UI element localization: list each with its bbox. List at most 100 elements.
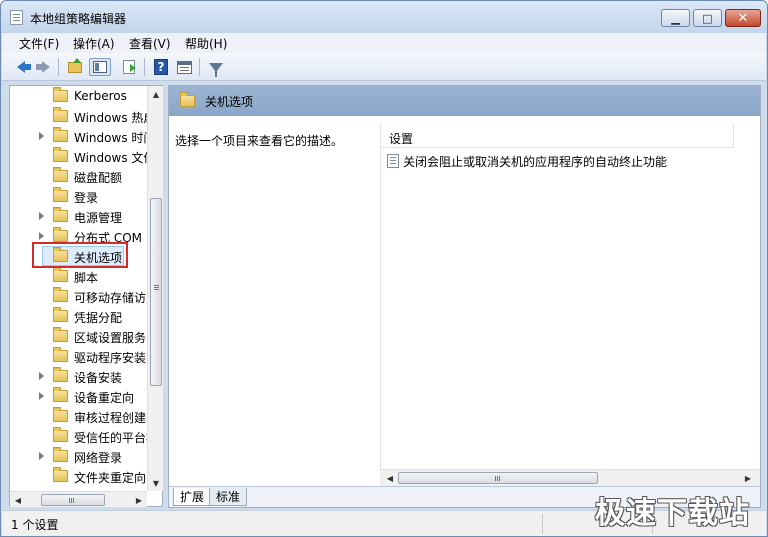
tree-vertical-scrollbar[interactable]: ▲ ▼ [147, 86, 163, 491]
expand-arrow-icon[interactable] [39, 452, 44, 460]
forward-button[interactable] [34, 58, 52, 76]
tree-item[interactable]: Windows 文件保护 [10, 146, 148, 166]
scroll-thumb[interactable] [41, 494, 105, 506]
console-tree: Kerberos Windows 热启动 Windows 时间服务 Windows 文… [9, 85, 163, 507]
folder-icon [53, 267, 68, 282]
list-item[interactable]: 关闭会阻止或取消关机的应用程序的自动终止功能 [385, 152, 725, 170]
title-bar[interactable]: 本地组策略编辑器 ▁ □ ✕ [1, 1, 767, 33]
forward-arrow-icon [36, 61, 50, 73]
console-tree-icon [93, 61, 107, 73]
tree-item[interactable]: 驱动程序安装 [10, 346, 147, 366]
details-horizontal-scrollbar[interactable]: ◀ ▶ [380, 469, 760, 486]
close-icon: ✕ [737, 10, 749, 26]
show-hide-tree-button[interactable] [89, 58, 111, 76]
filter-button[interactable] [207, 58, 225, 77]
back-arrow-icon [17, 61, 31, 73]
setting-label: 关闭会阻止或取消关机的应用程序的自动终止功能 [403, 155, 668, 169]
column-divider[interactable] [733, 124, 734, 148]
tree-item[interactable]: 脚本 [10, 266, 147, 286]
tree-item[interactable]: 设备重定向 [10, 386, 147, 406]
tree-item[interactable]: 受信任的平台模块服务 [10, 426, 148, 446]
toolbar: ? [2, 53, 766, 81]
filter-icon [209, 62, 223, 77]
folder-icon [53, 127, 68, 142]
expand-arrow-icon[interactable] [39, 132, 44, 140]
scroll-left-arrow-icon[interactable]: ◀ [382, 470, 398, 486]
tab-standard[interactable]: 标准 [209, 488, 248, 506]
expand-arrow-icon[interactable] [39, 232, 44, 240]
tree-item-label: 设备安装 [74, 371, 123, 385]
menu-action[interactable]: 操作(A) [73, 35, 115, 52]
tree-item[interactable]: 网络登录 [10, 446, 147, 466]
details-header-title: 关机选项 [205, 95, 254, 109]
folder-icon [53, 447, 68, 462]
tree-item[interactable]: 凭据分配 [10, 306, 147, 326]
menu-view[interactable]: 查看(V) [129, 35, 171, 52]
scroll-up-arrow-icon[interactable]: ▲ [148, 86, 164, 102]
folder-icon [53, 467, 68, 482]
menu-help[interactable]: 帮助(H) [185, 35, 227, 52]
tree-item-label: 区域设置服务 [74, 331, 147, 345]
tree-item[interactable]: Windows 时间服务 [10, 126, 148, 146]
expand-arrow-icon[interactable] [39, 392, 44, 400]
policy-setting-icon [387, 154, 399, 168]
details-header: 关机选项 [169, 86, 760, 116]
help-icon: ? [154, 59, 168, 75]
tree-item-label: Windows 时间服务 [74, 131, 148, 145]
toolbar-separator [199, 58, 200, 76]
scroll-thumb[interactable] [150, 198, 162, 386]
folder-icon [53, 87, 68, 102]
scroll-thumb[interactable] [398, 472, 598, 484]
expand-arrow-icon[interactable] [39, 372, 44, 380]
column-header-setting[interactable]: 设置 [381, 124, 734, 148]
tree-item[interactable]: Kerberos [10, 86, 147, 106]
tab-extended[interactable]: 扩展 [173, 488, 212, 506]
tree-item-label: 可移动存储访问 [74, 291, 148, 305]
folder-icon [53, 167, 68, 182]
tree-item[interactable]: 电源管理 [10, 206, 147, 226]
maximize-icon: □ [702, 11, 713, 25]
scroll-down-arrow-icon[interactable]: ▼ [148, 475, 164, 491]
status-divider [542, 514, 543, 534]
menu-file[interactable]: 文件(F) [19, 35, 59, 52]
tree-item[interactable]: 可移动存储访问 [10, 286, 148, 306]
scroll-right-arrow-icon[interactable]: ▶ [740, 470, 756, 486]
tree-item-label: 文件夹重定向 [74, 471, 147, 485]
menu-bar: 文件(F) 操作(A) 查看(V) 帮助(H) [2, 33, 766, 53]
up-one-level-button[interactable] [66, 57, 84, 76]
close-button[interactable]: ✕ [725, 9, 761, 27]
tree-item-label: 设备重定向 [74, 391, 135, 405]
folder-icon [53, 187, 68, 202]
folder-icon [53, 327, 68, 342]
folder-icon [53, 387, 68, 402]
maximize-button[interactable]: □ [693, 9, 722, 27]
tree-item-label: Kerberos [74, 89, 127, 103]
tree-item[interactable]: 登录 [10, 186, 147, 206]
export-list-button[interactable] [120, 58, 138, 76]
tree-horizontal-scrollbar[interactable]: ◀ ▶ [10, 491, 147, 507]
tree-item[interactable]: 文件夹重定向 [10, 466, 147, 486]
gpedit-window: 本地组策略编辑器 ▁ □ ✕ 文件(F) 操作(A) 查看(V) 帮助(H) ?… [0, 0, 768, 537]
tree-item[interactable]: 磁盘配额 [10, 166, 147, 186]
toolbar-separator [144, 58, 145, 76]
tree-item[interactable]: Windows 热启动 [10, 106, 148, 126]
settings-list: 设置 关闭会阻止或取消关机的应用程序的自动终止功能 [380, 124, 760, 492]
tree-item-label: 登录 [74, 191, 99, 205]
properties-button[interactable] [175, 58, 193, 76]
tree-item-label: 脚本 [74, 271, 99, 285]
tree-item[interactable]: 区域设置服务 [10, 326, 147, 346]
expand-arrow-icon[interactable] [39, 212, 44, 220]
tree-item[interactable]: 设备安装 [10, 366, 147, 386]
description-text: 选择一个项目来查看它的描述。 [175, 134, 344, 148]
scroll-right-arrow-icon[interactable]: ▶ [131, 492, 147, 508]
tree-item[interactable]: 审核过程创建 [10, 406, 147, 426]
properties-icon [176, 60, 192, 74]
toolbar-separator [58, 58, 59, 76]
column-header-label: 设置 [389, 132, 414, 146]
minimize-button[interactable]: ▁ [661, 9, 690, 27]
folder-icon [180, 92, 195, 107]
tree-item-label: Windows 热启动 [74, 111, 148, 125]
scroll-left-arrow-icon[interactable]: ◀ [10, 492, 26, 508]
help-button[interactable]: ? [152, 58, 170, 76]
back-button[interactable] [12, 58, 31, 76]
